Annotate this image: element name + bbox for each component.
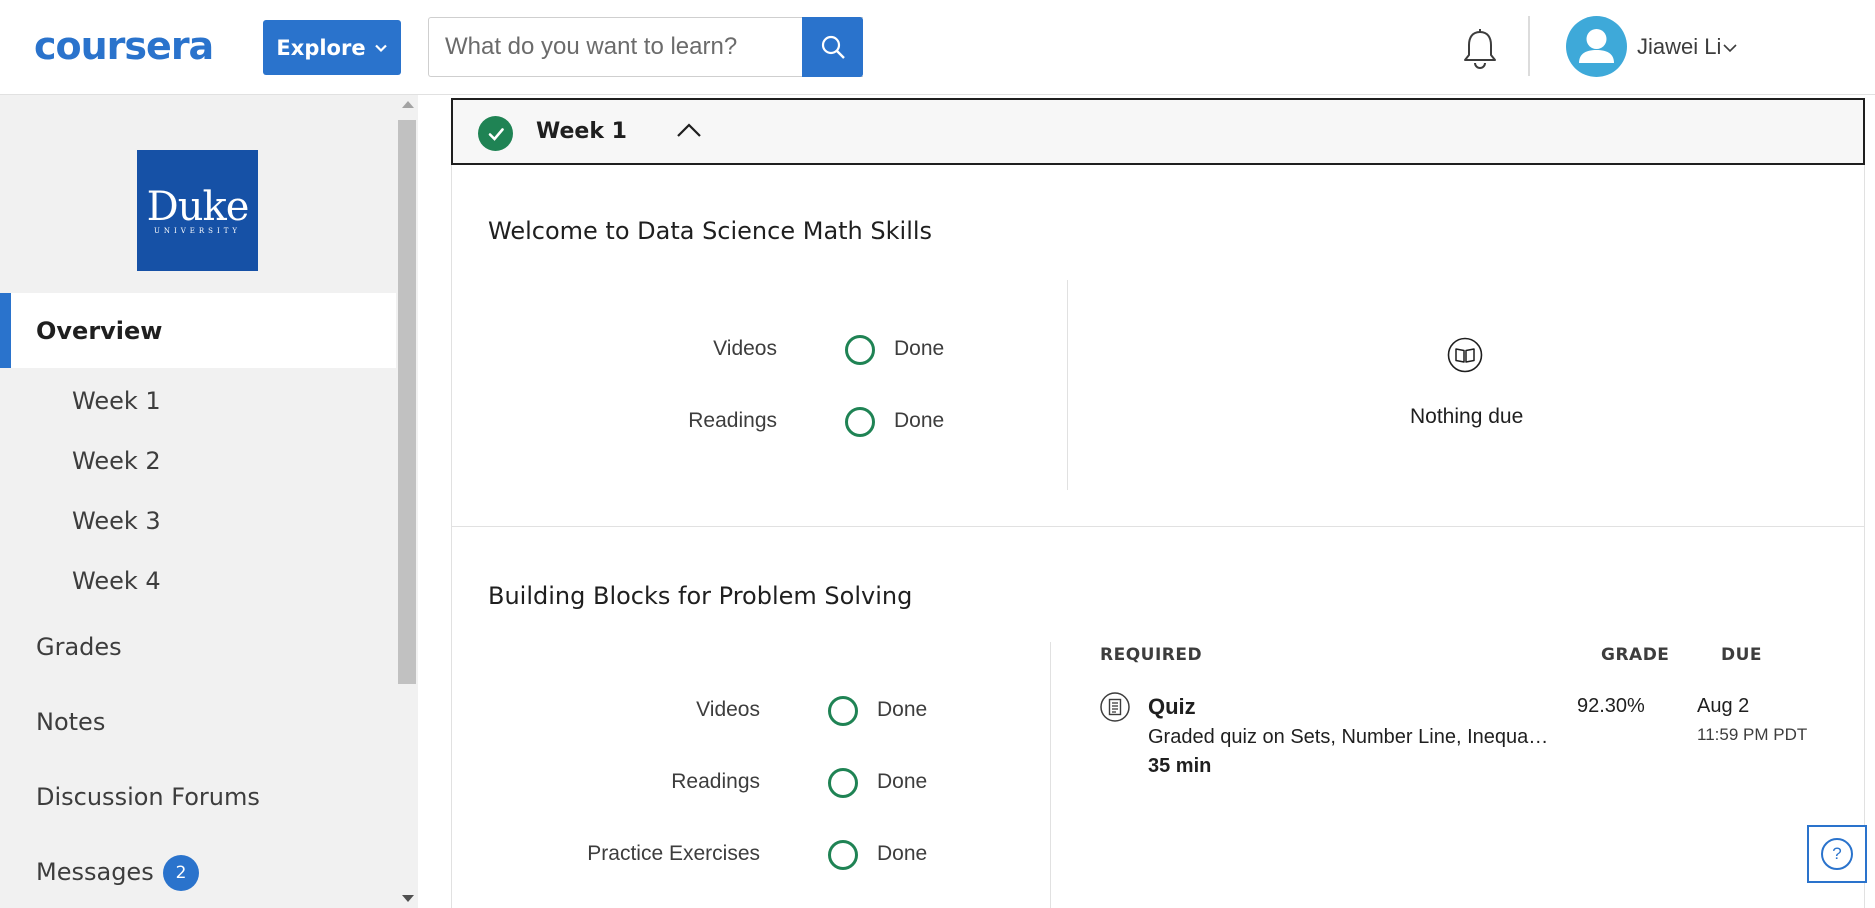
lesson-title[interactable]: Welcome to Data Science Math Skills — [488, 217, 932, 245]
user-silhouette-icon — [1579, 29, 1614, 63]
progress-label: Videos — [713, 337, 777, 360]
sidebar-item-week-2[interactable]: Week 2 — [72, 447, 161, 475]
help-button[interactable]: ? — [1807, 825, 1867, 883]
quiz-due-date: Aug 2 — [1697, 695, 1750, 717]
progress-label: Videos — [696, 698, 760, 721]
open-book-icon — [1447, 337, 1483, 373]
sidebar-item-grades[interactable]: Grades — [36, 633, 122, 661]
sidebar-item-week-1[interactable]: Week 1 — [72, 387, 161, 415]
header-divider — [1528, 16, 1530, 76]
quiz-grade: 92.30% — [1577, 695, 1645, 717]
top-header: coursera Explore Jiawei Li — [0, 0, 1875, 95]
notification-bell-icon[interactable] — [1460, 27, 1500, 71]
coursera-logo[interactable]: coursera — [34, 26, 214, 66]
lesson-divider — [1050, 642, 1051, 908]
search-box — [428, 17, 863, 77]
progress-label: Readings — [671, 770, 760, 793]
content-gutter — [418, 95, 451, 908]
scroll-down-arrow-icon[interactable] — [402, 895, 414, 902]
progress-status: Done — [877, 698, 928, 721]
sidebar-item-messages[interactable]: Messages — [36, 858, 154, 886]
progress-ring-icon — [828, 840, 858, 870]
lesson-card: Building Blocks for Problem Solving Vide… — [451, 527, 1865, 908]
quiz-due-time: 11:59 PM PDT — [1697, 725, 1808, 744]
progress-label: Practice Exercises — [587, 842, 760, 865]
completed-check-icon — [478, 116, 513, 151]
user-name[interactable]: Jiawei Li — [1637, 34, 1721, 60]
sidebar-item-week-3[interactable]: Week 3 — [72, 507, 161, 535]
sidebar-item-discussion-forums[interactable]: Discussion Forums — [36, 783, 260, 811]
progress-status: Done — [877, 770, 928, 793]
progress-ring-icon — [845, 407, 875, 437]
course-sidebar: Duke UNIVERSITY Overview Week 1 Week 2 W… — [0, 95, 396, 908]
progress-label: Readings — [688, 409, 777, 432]
nothing-due-label: Nothing due — [1410, 405, 1524, 428]
sidebar-scrollbar-thumb[interactable] — [398, 120, 416, 684]
search-icon — [821, 35, 845, 59]
help-icon: ? — [1821, 838, 1853, 870]
duke-university-logo[interactable]: Duke UNIVERSITY — [137, 150, 258, 271]
explore-label: Explore — [276, 35, 366, 60]
progress-status: Done — [894, 409, 945, 432]
lesson-divider — [1067, 280, 1068, 490]
quiz-icon — [1100, 692, 1130, 722]
progress-status: Done — [894, 337, 945, 360]
progress-ring-icon — [845, 335, 875, 365]
column-header-required: REQUIRED — [1100, 645, 1203, 665]
chevron-down-icon[interactable] — [1722, 40, 1738, 56]
week-title: Week 1 — [536, 119, 627, 144]
progress-ring-icon — [828, 696, 858, 726]
column-header-due: DUE — [1721, 645, 1763, 665]
chevron-down-icon — [374, 44, 387, 52]
week-1-accordion-header[interactable]: Week 1 — [451, 98, 1865, 165]
quiz-title-link[interactable]: Quiz — [1148, 694, 1196, 720]
university-subtitle: UNIVERSITY — [153, 227, 242, 235]
messages-count-badge: 2 — [163, 855, 199, 891]
lesson-title[interactable]: Building Blocks for Problem Solving — [488, 582, 912, 610]
search-input[interactable] — [429, 18, 863, 76]
quiz-description: Graded quiz on Sets, Number Line, Inequa… — [1148, 726, 1552, 748]
sidebar-item-overview[interactable]: Overview — [0, 293, 396, 368]
chevron-up-icon[interactable] — [675, 120, 703, 142]
explore-button[interactable]: Explore — [263, 20, 401, 75]
sidebar-item-notes[interactable]: Notes — [36, 708, 105, 736]
user-avatar[interactable] — [1566, 16, 1627, 77]
column-header-grade: GRADE — [1601, 645, 1670, 665]
progress-status: Done — [877, 842, 928, 865]
scroll-up-arrow-icon[interactable] — [402, 101, 414, 108]
progress-ring-icon — [828, 768, 858, 798]
university-name: Duke — [146, 184, 250, 230]
search-button[interactable] — [802, 17, 863, 77]
lesson-card: Welcome to Data Science Math Skills Vide… — [451, 165, 1865, 527]
quiz-duration: 35 min — [1148, 755, 1212, 777]
sidebar-item-week-4[interactable]: Week 4 — [72, 567, 161, 595]
